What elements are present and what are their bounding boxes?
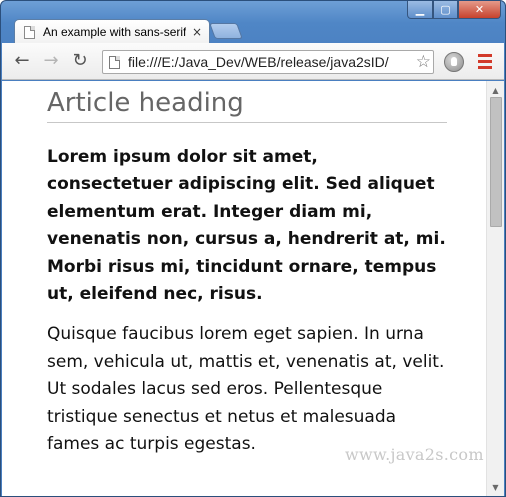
close-tab-icon[interactable]: × xyxy=(192,26,202,38)
address-bar[interactable]: file:///E:/Java_Dev/WEB/release/java2sID… xyxy=(102,50,434,74)
tab-strip: An example with sans-serif × ▁ ▢ ✕ xyxy=(1,1,505,44)
url-text[interactable]: file:///E:/Java_Dev/WEB/release/java2sID… xyxy=(128,54,410,70)
extension-icon[interactable] xyxy=(444,52,464,72)
page-content: Article heading Lorem ipsum dolor sit am… xyxy=(2,81,488,496)
page-icon xyxy=(24,25,35,39)
scroll-thumb[interactable] xyxy=(490,97,502,227)
star-icon[interactable]: ☆ xyxy=(416,52,431,72)
window-controls: ▁ ▢ ✕ xyxy=(407,1,501,19)
toolbar: ← → ↻ file:///E:/Java_Dev/WEB/release/ja… xyxy=(2,43,504,80)
menu-icon[interactable] xyxy=(478,54,492,72)
tab-active[interactable]: An example with sans-serif × xyxy=(14,19,210,44)
new-tab-button[interactable] xyxy=(209,23,243,39)
scroll-down-icon[interactable]: ▼ xyxy=(487,480,504,494)
scroll-up-icon[interactable]: ▲ xyxy=(487,83,504,97)
back-arrow-icon[interactable]: ← xyxy=(12,51,32,71)
page-icon xyxy=(109,55,120,69)
article: Article heading Lorem ipsum dolor sit am… xyxy=(47,87,447,458)
close-window-button[interactable]: ✕ xyxy=(458,1,501,19)
watermark: www.java2s.com xyxy=(345,445,484,464)
browser-window: An example with sans-serif × ▁ ▢ ✕ ← → ↻… xyxy=(0,0,506,497)
reload-icon[interactable]: ↻ xyxy=(70,51,90,71)
maximize-button[interactable]: ▢ xyxy=(433,1,458,19)
forward-arrow-icon[interactable]: → xyxy=(41,51,61,71)
minimize-button[interactable]: ▁ xyxy=(407,1,433,19)
vertical-scrollbar[interactable]: ▲ ▼ xyxy=(486,81,504,496)
article-heading: Article heading xyxy=(47,87,447,123)
lead-paragraph: Lorem ipsum dolor sit amet, consectetuer… xyxy=(47,147,446,305)
body-paragraph: Quisque faucibus lorem eget sapien. In u… xyxy=(47,324,445,455)
tab-title: An example with sans-serif xyxy=(43,25,186,39)
